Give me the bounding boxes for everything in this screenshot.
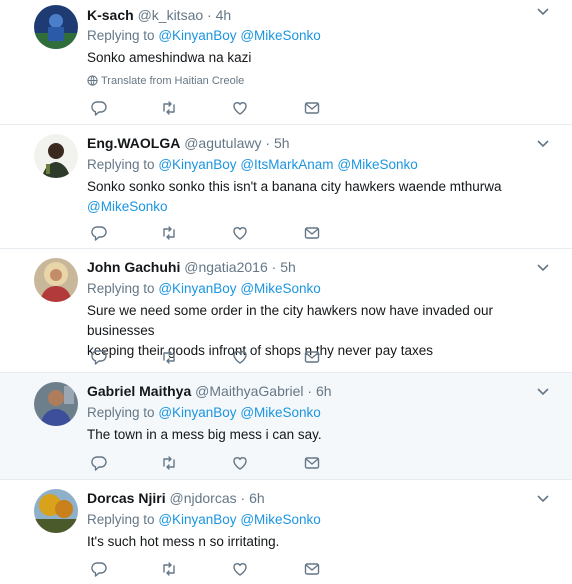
tweet-actions	[87, 224, 347, 242]
reply-icon[interactable]	[90, 454, 108, 472]
tweet-actions	[87, 560, 347, 578]
mention-link[interactable]: @KinyanBoy	[158, 281, 236, 296]
reply-feed: K-sach @k_kitsao · 4h Replying to @Kinya…	[0, 0, 572, 584]
mention-link[interactable]: @MikeSonko	[337, 157, 418, 172]
avatar[interactable]	[34, 382, 78, 426]
tweet-actions	[87, 454, 347, 472]
separator: ·	[265, 135, 271, 151]
replying-to-label: Replying to	[87, 157, 155, 172]
translate-label: Translate from Haitian Creole	[101, 75, 245, 87]
timestamp[interactable]: 6h	[249, 490, 265, 506]
timestamp[interactable]: 5h	[280, 259, 296, 275]
replying-to-label: Replying to	[87, 28, 155, 43]
caret-down-icon[interactable]	[536, 136, 550, 148]
globe-icon	[87, 75, 98, 86]
author-name[interactable]: Dorcas Njiri	[87, 490, 166, 506]
avatar[interactable]	[34, 258, 78, 302]
tweet-text: It's such hot mess n so irritating.	[87, 534, 280, 549]
timestamp[interactable]: 4h	[216, 7, 232, 23]
author-handle[interactable]: @MaithyaGabriel	[195, 383, 303, 399]
mention-link[interactable]: @MikeSonko	[87, 199, 168, 214]
dm-icon[interactable]	[303, 348, 321, 366]
mention-link[interactable]: @MikeSonko	[240, 512, 321, 527]
author-name[interactable]: John Gachuhi	[87, 259, 180, 275]
replying-to: Replying to @KinyanBoy @MikeSonko	[87, 404, 321, 422]
dm-icon[interactable]	[303, 454, 321, 472]
mention-link[interactable]: @KinyanBoy	[158, 157, 236, 172]
replying-to: Replying to @KinyanBoy @ItsMarkAnam @Mik…	[87, 156, 418, 174]
reply-icon[interactable]	[90, 224, 108, 242]
timestamp[interactable]: 6h	[316, 383, 332, 399]
author-handle[interactable]: @agutulawy	[184, 135, 261, 151]
caret-down-icon[interactable]	[536, 260, 550, 272]
tweet[interactable]: Dorcas Njiri @njdorcas · 6h Replying to …	[0, 480, 572, 584]
caret-down-icon[interactable]	[536, 384, 550, 396]
reply-icon[interactable]	[90, 99, 108, 117]
retweet-icon[interactable]	[160, 99, 178, 117]
avatar[interactable]	[34, 134, 78, 178]
author-handle[interactable]: @njdorcas	[169, 490, 236, 506]
mention-link[interactable]: @MikeSonko	[240, 405, 321, 420]
caret-down-icon[interactable]	[536, 4, 550, 16]
tweet[interactable]: Eng.WAOLGA @agutulawy · 5h Replying to @…	[0, 125, 572, 249]
tweet-text: Sonko sonko sonko this isn't a banana ci…	[87, 177, 557, 217]
mention-link[interactable]: @ItsMarkAnam	[240, 157, 333, 172]
tweet-text: The town in a mess big mess i can say.	[87, 427, 322, 442]
tweet[interactable]: John Gachuhi @ngatia2016 · 5h Replying t…	[0, 249, 572, 373]
retweet-icon[interactable]	[160, 348, 178, 366]
mention-link[interactable]: @KinyanBoy	[158, 405, 236, 420]
mention-link[interactable]: @KinyanBoy	[158, 28, 236, 43]
replying-to-label: Replying to	[87, 512, 155, 527]
retweet-icon[interactable]	[160, 560, 178, 578]
tweet[interactable]: K-sach @k_kitsao · 4h Replying to @Kinya…	[0, 0, 572, 125]
mention-link[interactable]: @MikeSonko	[240, 281, 321, 296]
replying-to: Replying to @KinyanBoy @MikeSonko	[87, 27, 321, 45]
dm-icon[interactable]	[303, 99, 321, 117]
avatar[interactable]	[34, 489, 78, 533]
reply-icon[interactable]	[90, 560, 108, 578]
separator: ·	[271, 259, 277, 275]
author-handle[interactable]: @k_kitsao	[138, 7, 204, 23]
replying-to: Replying to @KinyanBoy @MikeSonko	[87, 511, 321, 529]
author-name[interactable]: K-sach	[87, 7, 134, 23]
dm-icon[interactable]	[303, 560, 321, 578]
author-name[interactable]: Gabriel Maithya	[87, 383, 191, 399]
author-handle[interactable]: @ngatia2016	[184, 259, 268, 275]
timestamp[interactable]: 5h	[274, 135, 290, 151]
replying-to-label: Replying to	[87, 281, 155, 296]
retweet-icon[interactable]	[160, 454, 178, 472]
tweet-actions	[87, 99, 347, 117]
reply-icon[interactable]	[90, 348, 108, 366]
separator: ·	[207, 7, 212, 23]
separator: ·	[240, 490, 246, 506]
mention-link[interactable]: @KinyanBoy	[158, 512, 236, 527]
tweet-text-line: Sure we need some order in the city hawk…	[87, 303, 493, 338]
tweet[interactable]: Gabriel Maithya @MaithyaGabriel · 6h Rep…	[0, 373, 572, 480]
author-name[interactable]: Eng.WAOLGA	[87, 135, 180, 151]
replying-to-label: Replying to	[87, 405, 155, 420]
tweet-text-line: Sonko sonko sonko this isn't a banana ci…	[87, 179, 502, 194]
caret-down-icon[interactable]	[536, 491, 550, 503]
tweet-actions	[87, 348, 347, 366]
like-icon[interactable]	[231, 224, 249, 242]
mention-link[interactable]: @MikeSonko	[240, 28, 321, 43]
replying-to: Replying to @KinyanBoy @MikeSonko	[87, 280, 321, 298]
tweet-text: Sonko ameshindwa na kazi	[87, 50, 252, 65]
avatar[interactable]	[34, 5, 78, 49]
separator: ·	[307, 383, 313, 399]
translate-link[interactable]: Translate from Haitian Creole	[87, 74, 244, 88]
retweet-icon[interactable]	[160, 224, 178, 242]
like-icon[interactable]	[231, 99, 249, 117]
like-icon[interactable]	[231, 348, 249, 366]
dm-icon[interactable]	[303, 224, 321, 242]
like-icon[interactable]	[231, 454, 249, 472]
like-icon[interactable]	[231, 560, 249, 578]
